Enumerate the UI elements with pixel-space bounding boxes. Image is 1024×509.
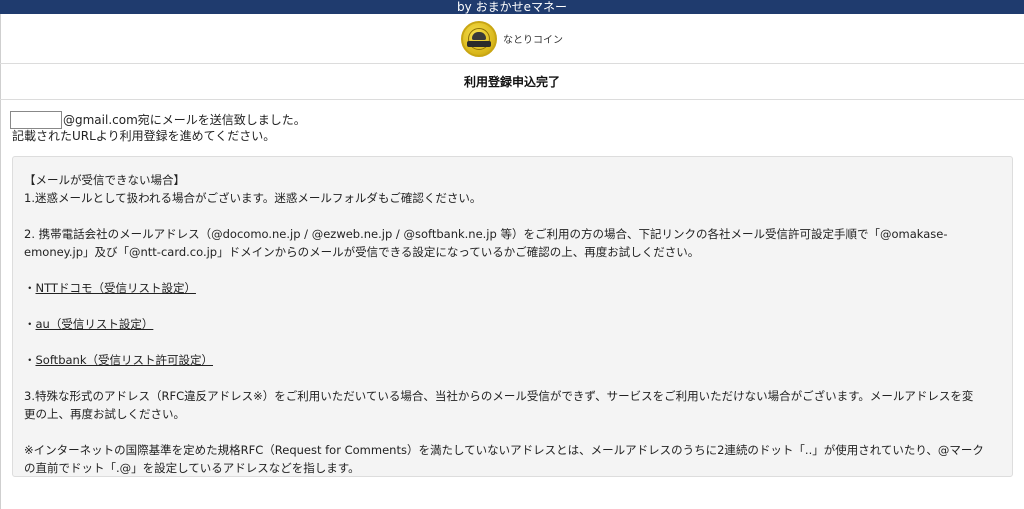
link-softbank-settings[interactable]: Softbank（受信リスト許可設定） (36, 353, 214, 367)
notice-note-line-1: ※インターネットの国際基準を定めた規格RFC（Request for Comme… (24, 443, 984, 457)
page-title: 利用登録申込完了 (463, 75, 560, 89)
notice-heading: 【メールが受信できない場合】 (24, 173, 185, 187)
bullet: ・ (24, 317, 36, 331)
notice-item-1: 1.迷惑メールとして扱われる場合がございます。迷惑メールフォルダもご確認ください… (24, 191, 482, 205)
notice-item-2-line-1: 2. 携帯電話会社のメールアドレス（@docomo.ne.jp / @ezweb… (24, 227, 948, 241)
brand-name: なとりコイン (503, 35, 563, 46)
brand-header: なとりコイン (0, 14, 1024, 64)
message-line-1: @gmail.com宛にメールを送信致しました。 (63, 112, 306, 127)
notice-item-2-line-2: emoney.jp」及び「@ntt-card.co.jp」ドメインからのメールが… (24, 245, 700, 259)
header-title: by おまかせeマネー (457, 0, 567, 14)
notice-note-line-2: の直前でドット「.@」を設定しているアドレスなどを指します。 (24, 461, 360, 475)
app-header-bar: by おまかせeマネー (0, 0, 1024, 14)
notice-item-3-line-2: 更の上、再度お試しください。 (24, 407, 185, 421)
page-title-bar: 利用登録申込完了 (0, 64, 1024, 100)
confirmation-message: @gmail.com宛にメールを送信致しました。 記載されたURLより利用登録を… (10, 111, 306, 144)
bullet: ・ (24, 353, 36, 367)
link-docomo-settings[interactable]: NTTドコモ（受信リスト設定） (36, 281, 196, 295)
link-row-docomo: ・NTTドコモ（受信リスト設定） (24, 279, 1000, 297)
link-row-softbank: ・Softbank（受信リスト許可設定） (24, 351, 1000, 369)
coin-logo-icon (461, 20, 497, 57)
link-row-au: ・au（受信リスト設定） (24, 315, 1000, 333)
notice-item-3-line-1: 3.特殊な形式のアドレス（RFC違反アドレス※）をご利用いただいている場合、当社… (24, 389, 974, 403)
email-local-part-field[interactable] (10, 111, 62, 129)
bullet: ・ (24, 281, 36, 295)
mail-troubleshooting-notice: 【メールが受信できない場合】 1.迷惑メールとして扱われる場合がございます。迷惑… (12, 156, 1013, 477)
link-au-settings[interactable]: au（受信リスト設定） (36, 317, 154, 331)
message-line-2: 記載されたURLより利用登録を進めてください。 (12, 129, 276, 143)
